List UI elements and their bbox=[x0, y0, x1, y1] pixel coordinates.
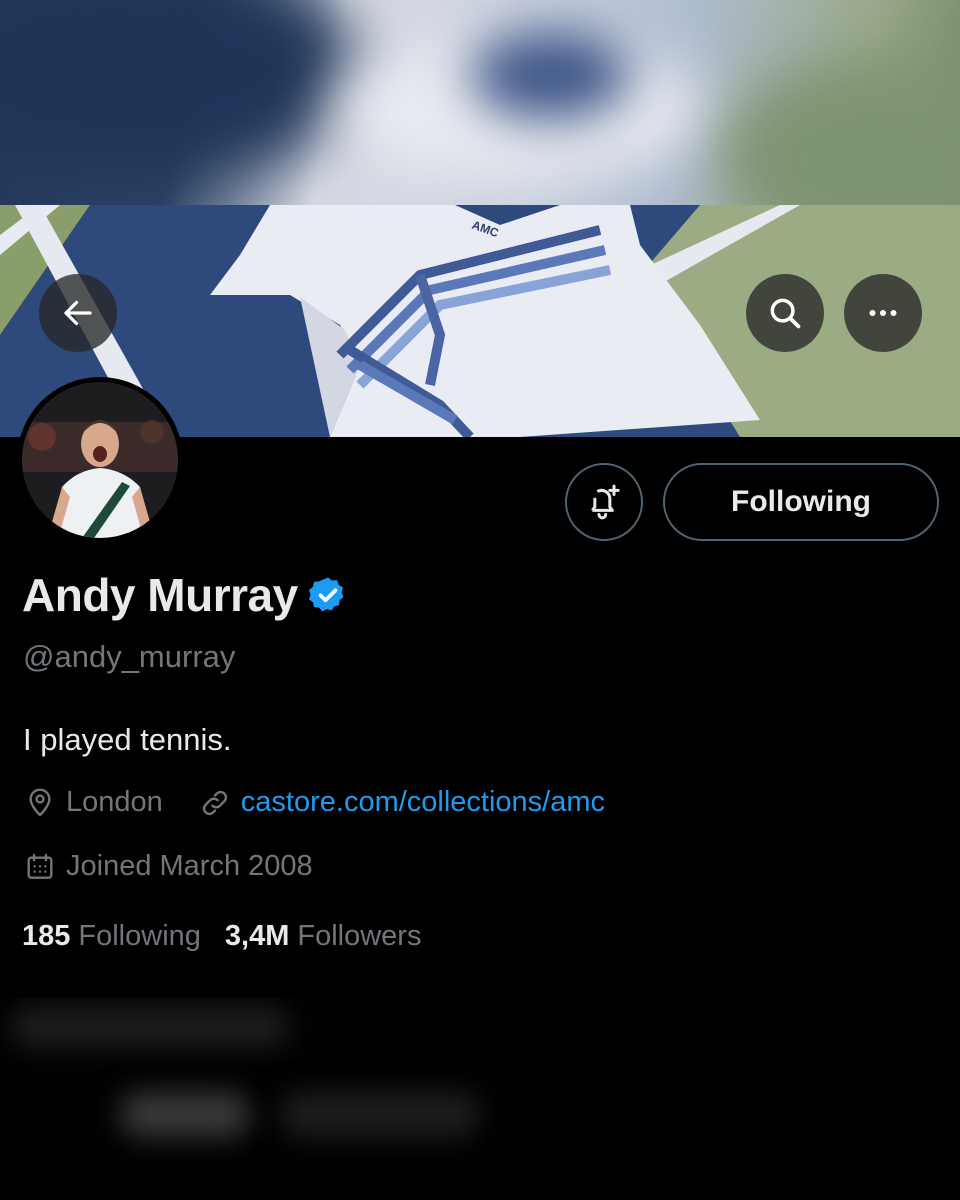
search-button[interactable] bbox=[746, 274, 824, 352]
joined-text: Joined March 2008 bbox=[66, 850, 313, 882]
location-text: London bbox=[66, 786, 163, 818]
followers-stat[interactable]: 3,4M Followers bbox=[225, 920, 422, 953]
more-horizontal-icon bbox=[869, 310, 897, 316]
search-icon bbox=[770, 298, 801, 329]
meta-row-location-link: London castore.com/collections/amc bbox=[24, 786, 641, 819]
following-stat[interactable]: 185 Following bbox=[22, 920, 201, 953]
display-name: Andy Murray bbox=[22, 569, 298, 621]
avatar[interactable] bbox=[17, 377, 183, 543]
joined: Joined March 2008 bbox=[24, 850, 313, 883]
follow-stats: 185 Following 3,4M Followers bbox=[22, 920, 445, 953]
arrow-left-icon bbox=[64, 300, 92, 326]
blurred-background-bottom bbox=[0, 997, 960, 1200]
website-link[interactable]: castore.com/collections/amc bbox=[241, 786, 605, 819]
name-row: Andy Murray bbox=[22, 568, 348, 622]
followers-count: 3,4M bbox=[224, 920, 290, 952]
bio: I played tennis. bbox=[23, 722, 232, 757]
verified-badge-icon bbox=[308, 577, 344, 612]
back-button[interactable] bbox=[39, 274, 117, 352]
calendar-icon bbox=[27, 853, 53, 879]
followers-label: Followers bbox=[297, 920, 422, 952]
following-count: 185 bbox=[22, 920, 71, 952]
handle: @andy_murray bbox=[23, 639, 236, 674]
location-pin-icon bbox=[29, 787, 51, 816]
website[interactable]: castore.com/collections/amc bbox=[199, 786, 605, 819]
more-button[interactable] bbox=[844, 274, 922, 352]
blurred-background-top bbox=[0, 0, 960, 205]
avatar-photo bbox=[22, 382, 178, 538]
following-button[interactable]: Following bbox=[663, 463, 939, 541]
meta-row-joined: Joined March 2008 bbox=[24, 850, 349, 883]
following-label: Following bbox=[78, 920, 201, 952]
link-icon bbox=[202, 790, 227, 815]
location: London bbox=[24, 786, 163, 819]
notifications-button[interactable] bbox=[565, 463, 643, 541]
bell-plus-icon bbox=[591, 484, 620, 520]
